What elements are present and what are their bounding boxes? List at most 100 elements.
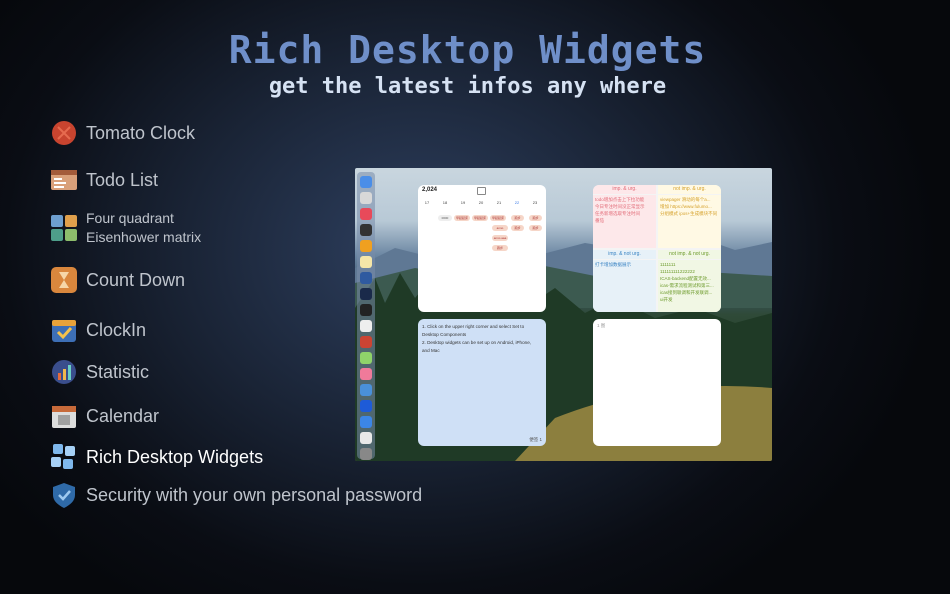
quadrant-item[interactable]: todo增加点击上下拉功能 <box>595 196 654 203</box>
quadrant-title: not imp. & not urg. <box>658 250 721 259</box>
quadrant-item[interactable]: 分组模式 ipos+生成模块不同 <box>660 210 719 217</box>
page-subtitle: get the latest infos any where <box>268 74 667 99</box>
calendar-glyph-icon <box>477 187 486 195</box>
dock-app-icon[interactable] <box>360 304 372 316</box>
blank-widget[interactable]: 1 图 <box>593 319 721 446</box>
quadrant-item[interactable]: 今日专注时间没正常显示 <box>595 203 654 210</box>
feature-clockin: ClockIn <box>50 316 146 344</box>
tomato-icon <box>50 119 78 147</box>
dock-app-icon[interactable] <box>360 224 372 236</box>
desktop-screenshot: 2,024 17 18 19 20 21 22 23 0000 早起起床 早起起… <box>355 168 772 461</box>
statistic-icon <box>50 358 78 386</box>
dock-app-icon[interactable] <box>360 416 372 428</box>
feature-label: ClockIn <box>86 319 147 340</box>
quadrant-item[interactable]: 打卡增加数据展示 <box>595 261 654 268</box>
quadrant-body: 打卡增加数据展示 <box>593 260 656 312</box>
feature-count-down: Count Down <box>50 266 185 294</box>
calendar-chip[interactable]: 跑步 <box>529 225 542 231</box>
quadrant-item[interactable]: ICAS-backend配置无效... <box>660 275 719 282</box>
dock-app-icon[interactable] <box>360 400 372 412</box>
quadrant-item[interactable]: 增加 https://www.fulumo... <box>660 203 719 210</box>
calendar-day: 21 <box>496 200 502 205</box>
widgets-icon <box>50 443 78 471</box>
feature-rich-desktop-widgets: Rich Desktop Widgets <box>50 443 263 471</box>
calendar-chip[interactable]: 跑步 <box>511 215 524 221</box>
calendar-chip[interactable]: 早起起床 <box>472 215 488 221</box>
feature-label: Security with your own personal password <box>86 484 423 505</box>
feature-calendar: Calendar <box>50 402 159 430</box>
feature-tomato-clock: Tomato Clock <box>50 119 195 147</box>
quadrant-body: todo增加点击上下拉功能 今日专注时间没正常显示 任务新增选取专注时间 番茄 <box>593 195 656 248</box>
dock-app-icon[interactable] <box>360 352 372 364</box>
calendar-day: 18 <box>442 200 448 205</box>
quadrant-widget[interactable]: imp. & urg. not imp. & urg. todo增加点击上下拉功… <box>593 185 721 312</box>
quadrant-item[interactable]: 1111111 <box>660 261 719 268</box>
shield-icon <box>50 481 78 509</box>
dock-app-icon[interactable] <box>360 192 372 204</box>
calendar-chip[interactable]: 早起起床 <box>490 215 506 221</box>
dock-app-icon[interactable] <box>360 336 372 348</box>
dock-app-icon[interactable] <box>360 256 372 268</box>
note-widget[interactable]: 1. Click on the upper right corner and s… <box>418 319 546 446</box>
dock-app-icon[interactable] <box>360 176 372 188</box>
quadrant-body: 1111111 111111111222222 ICAS-backend配置无效… <box>658 260 721 312</box>
dock-app-icon[interactable] <box>360 240 372 252</box>
feature-label: Statistic <box>86 361 150 382</box>
note-line: Desktop Components <box>422 332 467 337</box>
feature-label-line2: Eisenhower matrix <box>86 229 202 245</box>
quadrant-title: imp. & urg. <box>593 185 656 194</box>
calendar-day: 19 <box>460 200 466 205</box>
feature-label: Count Down <box>86 269 186 290</box>
quadrant-item[interactable]: ui开发 <box>660 296 719 303</box>
calendar-chip[interactable]: anno aaa <box>492 235 508 241</box>
feature-statistic: Statistic <box>50 358 149 386</box>
feature-label: Tomato Clock <box>86 122 196 143</box>
calendar-day: 20 <box>478 200 484 205</box>
quadrant-body: viewpager 滑动的每个a... 增加 https://www.fulum… <box>658 195 721 248</box>
page-title: Rich Desktop Widgets <box>228 28 707 72</box>
note-text: 1. Click on the upper right corner and s… <box>422 323 542 355</box>
calendar-chip[interactable]: anno <box>492 225 508 231</box>
note-line: 2. Desktop widgets can be set up on Andr… <box>422 340 532 345</box>
calendar-chip[interactable]: 跑步 <box>492 245 508 251</box>
quadrant-item[interactable]: icas-需求流程测试和第三... <box>660 282 719 289</box>
feature-label: Rich Desktop Widgets <box>86 446 264 467</box>
quadrant-item[interactable]: 111111111222222 <box>660 268 719 275</box>
app-dock <box>357 172 375 460</box>
quadrant-item[interactable]: viewpager 滑动的每个a... <box>660 196 719 203</box>
quadrant-item[interactable]: icas接到联调和开发联调... <box>660 289 719 296</box>
calendar-chip[interactable]: 早起起床 <box>454 215 470 221</box>
dock-app-icon[interactable] <box>360 288 372 300</box>
calendar-chip[interactable]: 跑步 <box>529 215 542 221</box>
note-line: 1. Click on the upper right corner and s… <box>422 324 525 329</box>
calendar-chip[interactable]: 跑步 <box>511 225 524 231</box>
blank-widget-tag: 1 图 <box>597 323 606 328</box>
feature-label-line1: Four quadrant <box>86 210 174 226</box>
note-line: and Mac <box>422 348 440 353</box>
calendar-chip[interactable]: 0000 <box>438 215 452 221</box>
quadrant-item[interactable]: 番茄 <box>595 217 654 224</box>
dock-app-icon[interactable] <box>360 432 372 444</box>
clockin-icon <box>50 316 78 344</box>
dock-app-icon[interactable] <box>360 272 372 284</box>
quadrant-icon <box>50 214 78 242</box>
calendar-year: 2,024 <box>422 187 438 193</box>
todo-list-icon <box>50 166 78 194</box>
dock-app-icon[interactable] <box>360 320 372 332</box>
calendar-day: 17 <box>424 200 430 205</box>
quadrant-title: not imp. & urg. <box>658 185 721 194</box>
calendar-day: 23 <box>532 200 538 205</box>
feature-label: Todo List <box>86 169 159 190</box>
dock-app-icon[interactable] <box>360 448 372 460</box>
feature-todo-list: Todo List <box>50 166 158 194</box>
quadrant-item[interactable]: 任务新增选取专注时间 <box>595 210 654 217</box>
calendar-widget[interactable]: 2,024 17 18 19 20 21 22 23 0000 早起起床 早起起… <box>418 185 546 312</box>
feature-four-quadrant: Four quadrant Eisenhower matrix <box>50 209 201 247</box>
hourglass-icon <box>50 266 78 294</box>
dock-app-icon[interactable] <box>360 368 372 380</box>
dock-app-icon[interactable] <box>360 208 372 220</box>
feature-label: Calendar <box>86 405 160 426</box>
dock-app-icon[interactable] <box>360 384 372 396</box>
quadrant-title: imp. & not urg. <box>593 250 656 259</box>
feature-security: Security with your own personal password <box>50 481 422 509</box>
